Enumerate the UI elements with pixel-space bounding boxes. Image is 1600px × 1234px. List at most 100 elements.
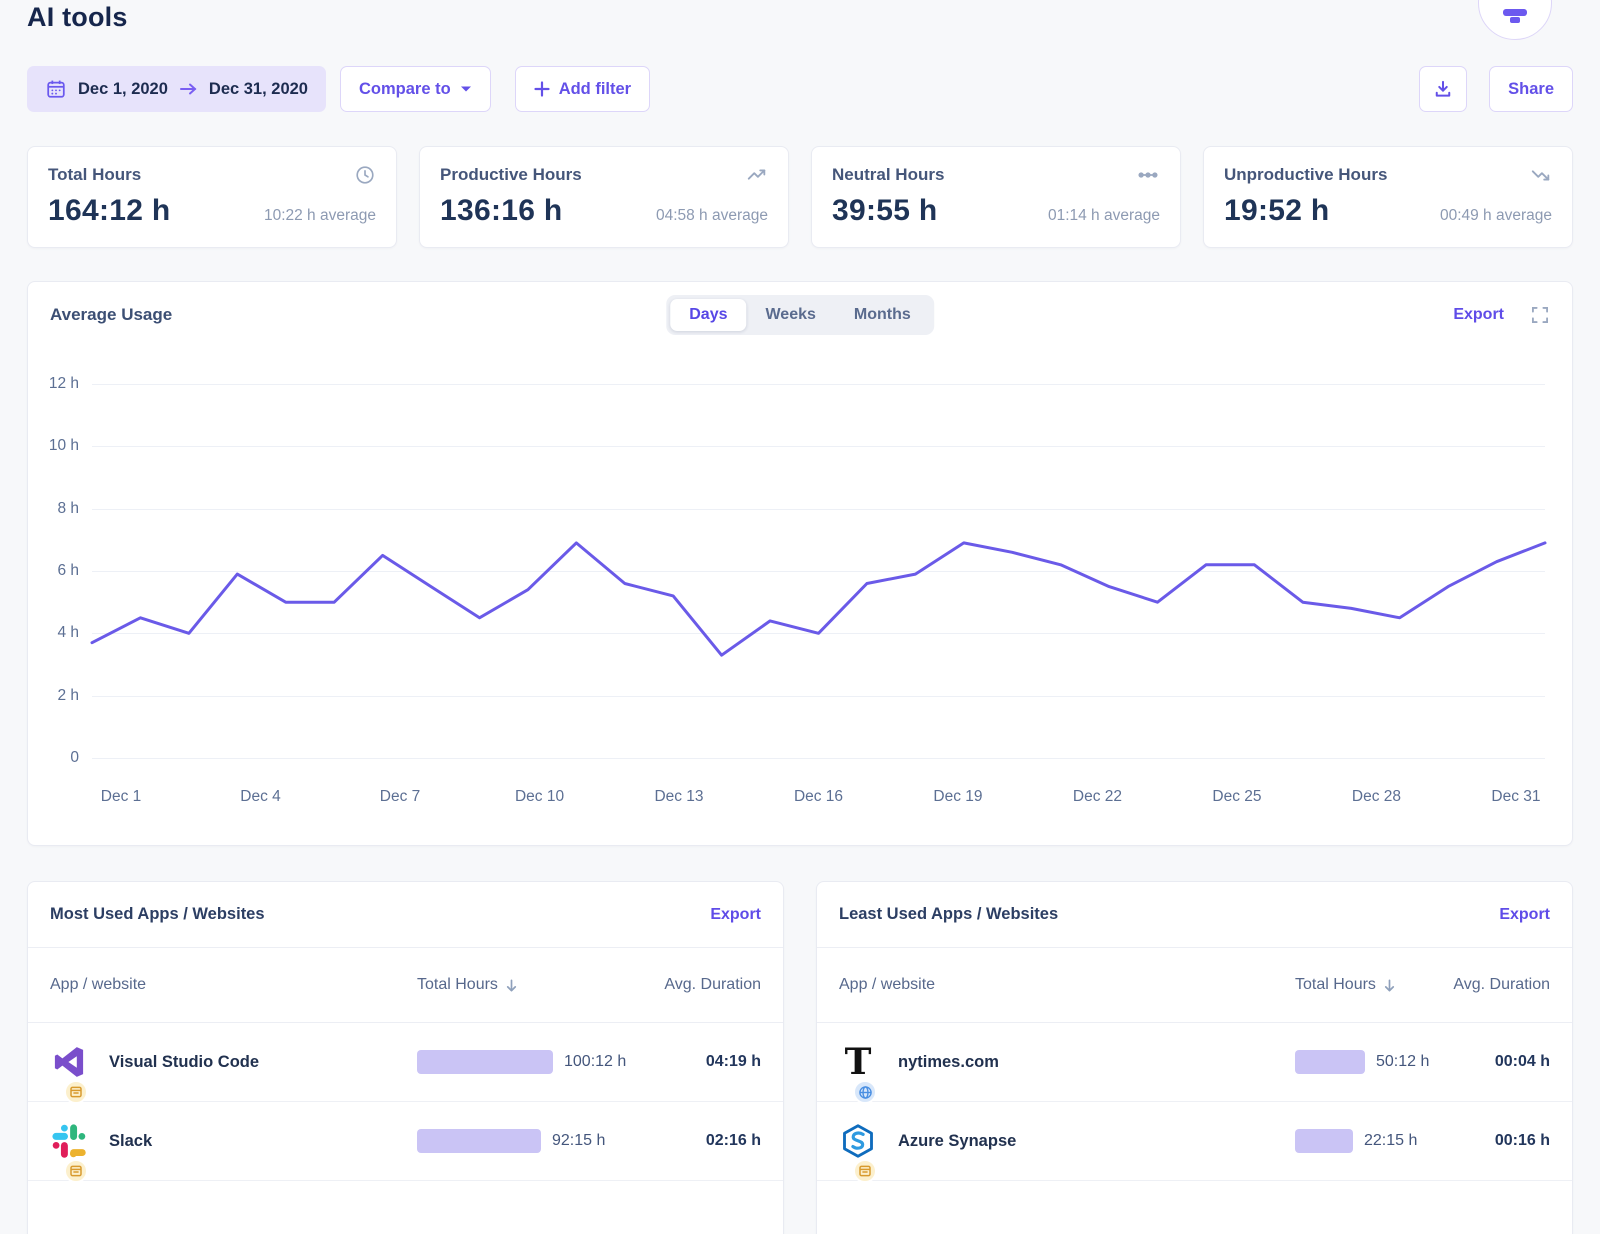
col-avg-duration: Avg. Duration: [1445, 976, 1550, 994]
notifications-button[interactable]: [1478, 0, 1552, 40]
usage-tables: Most Used Apps / Websites Export App / w…: [27, 881, 1573, 1234]
dashboard-page: AI tools Dec 1, 2020 Dec 31, 2020 Compar…: [0, 0, 1600, 1234]
table-header-row: App / website Total Hours Avg. Duration: [28, 948, 783, 1023]
filter-toolbar: Dec 1, 2020 Dec 31, 2020 Compare to Add …: [27, 66, 1573, 112]
least-used-table: Least Used Apps / Websites Export App / …: [816, 881, 1573, 1234]
trend-down-icon: [1530, 164, 1552, 186]
y-axis-label: 6 h: [57, 562, 79, 580]
chart-export-link[interactable]: Export: [1453, 306, 1504, 324]
download-button[interactable]: [1419, 66, 1467, 112]
x-axis-label: Dec 31: [1491, 788, 1540, 806]
share-button[interactable]: Share: [1489, 66, 1573, 112]
add-filter-label: Add filter: [559, 80, 631, 99]
stat-value: 19:52 h: [1224, 194, 1330, 228]
stat-card-neutral-hours: Neutral Hours 39:55 h 01:14 h average: [811, 146, 1181, 248]
stat-average: 00:49 h average: [1440, 207, 1552, 225]
table-row[interactable]: Azure Synapse22:15 h00:16 h: [817, 1102, 1572, 1181]
stat-average: 10:22 h average: [264, 207, 376, 225]
y-axis-label: 0: [70, 749, 79, 767]
col-total-hours[interactable]: Total Hours: [1295, 976, 1445, 994]
stats-row: Total Hours 164:12 h 10:22 h average Pro…: [27, 146, 1573, 248]
col-app-website: App / website: [839, 976, 935, 994]
stat-label: Unproductive Hours: [1224, 165, 1387, 185]
trend-up-icon: [746, 164, 768, 186]
tab-weeks[interactable]: Weeks: [746, 299, 834, 331]
stat-value: 164:12 h: [48, 194, 170, 228]
y-axis-label: 10 h: [49, 437, 79, 455]
total-hours-bar: [1295, 1050, 1365, 1074]
x-axis-label: Dec 10: [515, 788, 564, 806]
app-window-badge: [853, 1159, 877, 1183]
table-export-link[interactable]: Export: [1499, 906, 1550, 924]
stat-label: Neutral Hours: [832, 165, 944, 185]
compare-to-label: Compare to: [359, 80, 451, 99]
slack-icon: [50, 1122, 88, 1160]
x-axis-label: Dec 1: [101, 788, 142, 806]
table-row[interactable]: Slack 92:15 h 02:16 h: [28, 1102, 783, 1181]
plot-area: 12 h10 h8 h6 h4 h2 h0Dec 1Dec 4Dec 7Dec …: [92, 384, 1545, 758]
usage-line: [92, 543, 1545, 655]
table-title: Most Used Apps / Websites: [50, 905, 265, 924]
stat-label: Productive Hours: [440, 165, 582, 185]
stat-label: Total Hours: [48, 165, 141, 185]
table-export-link[interactable]: Export: [710, 906, 761, 924]
stat-value: 136:16 h: [440, 194, 562, 228]
avg-duration-value: 00:04 h: [1445, 1053, 1550, 1071]
table-row[interactable]: Visual Studio Code100:12 h04:19 h: [28, 1023, 783, 1102]
expand-icon[interactable]: [1530, 305, 1550, 325]
avg-duration-value: 00:16 h: [1445, 1132, 1550, 1150]
total-hours-value: 22:15 h: [1364, 1132, 1417, 1150]
app-name: Visual Studio Code: [109, 1053, 259, 1072]
tab-months[interactable]: Months: [835, 299, 930, 331]
most-used-table: Most Used Apps / Websites Export App / w…: [27, 881, 784, 1234]
total-hours-value: 92:15 h: [552, 1132, 605, 1150]
x-axis-label: Dec 4: [240, 788, 281, 806]
x-axis-label: Dec 7: [380, 788, 421, 806]
chart-title: Average Usage: [50, 305, 172, 325]
filter-lamp-icon: [1503, 9, 1527, 23]
sort-down-icon: [504, 978, 519, 993]
azure-synapse-icon: [839, 1122, 877, 1160]
gridline: [92, 758, 1545, 759]
col-avg-duration: Avg. Duration: [637, 976, 761, 994]
date-range-end: Dec 31, 2020: [209, 80, 308, 99]
stat-average: 04:58 h average: [656, 207, 768, 225]
vscode-icon: [50, 1043, 88, 1081]
stat-card-total-hours: Total Hours 164:12 h 10:22 h average: [27, 146, 397, 248]
x-axis-label: Dec 22: [1073, 788, 1122, 806]
x-axis-label: Dec 13: [654, 788, 703, 806]
compare-to-button[interactable]: Compare to: [340, 66, 491, 112]
arrow-right-icon: [179, 82, 198, 96]
date-range-start: Dec 1, 2020: [78, 80, 168, 99]
y-axis-label: 8 h: [57, 500, 79, 518]
usage-line-chart[interactable]: [92, 384, 1545, 758]
globe-badge: [853, 1080, 877, 1104]
date-range-picker[interactable]: Dec 1, 2020 Dec 31, 2020: [27, 66, 326, 112]
col-app-website: App / website: [50, 976, 146, 994]
share-label: Share: [1508, 80, 1554, 99]
y-axis-label: 4 h: [57, 624, 79, 642]
y-axis-label: 2 h: [57, 687, 79, 705]
stat-value: 39:55 h: [832, 194, 938, 228]
average-usage-card: Average Usage Days Weeks Months Export 1…: [27, 281, 1573, 846]
tab-days[interactable]: Days: [670, 299, 746, 331]
x-axis-label: Dec 16: [794, 788, 843, 806]
calendar-icon: [45, 78, 67, 100]
total-hours-bar: [417, 1050, 553, 1074]
x-axis-label: Dec 25: [1212, 788, 1261, 806]
app-name: Slack: [109, 1132, 152, 1151]
add-filter-button[interactable]: Add filter: [515, 66, 650, 112]
table-title: Least Used Apps / Websites: [839, 905, 1058, 924]
trend-flat-icon: [1136, 164, 1160, 186]
table-body: Visual Studio Code100:12 h04:19 h Slack 92…: [28, 1023, 783, 1181]
app-window-badge: [64, 1080, 88, 1104]
table-body: Tnytimes.com50:12 h00:04 hAzure Synapse2…: [817, 1023, 1572, 1181]
col-total-hours[interactable]: Total Hours: [417, 976, 637, 994]
avg-duration-value: 02:16 h: [637, 1132, 761, 1150]
stat-average: 01:14 h average: [1048, 207, 1160, 225]
x-axis-label: Dec 19: [933, 788, 982, 806]
period-tabs: Days Weeks Months: [666, 295, 934, 335]
total-hours-bar: [1295, 1129, 1353, 1153]
y-axis-label: 12 h: [49, 375, 79, 393]
table-row[interactable]: Tnytimes.com50:12 h00:04 h: [817, 1023, 1572, 1102]
